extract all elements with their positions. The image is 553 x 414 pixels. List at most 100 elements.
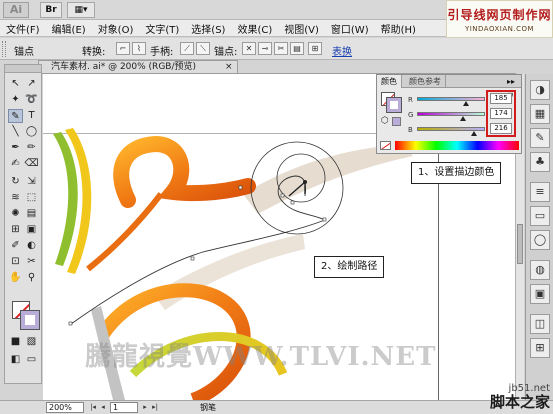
brushes-panel-icon[interactable]: ✎ (530, 128, 550, 148)
next-artboard-icon[interactable]: ▸ (140, 402, 150, 413)
remove-anchor-icon[interactable]: ✕ (242, 42, 256, 55)
lasso-tool-icon[interactable]: ➰ (24, 93, 39, 107)
direct-selection-tool-icon[interactable]: ↗ (24, 77, 39, 91)
eraser-tool-icon[interactable]: ⌫ (24, 157, 39, 171)
type-tool-icon[interactable]: T (24, 109, 39, 123)
gradient-mode-icon[interactable]: ▧ (24, 335, 39, 349)
value-highlight-box (486, 90, 516, 137)
artboard-tool-icon[interactable]: ⊡ (8, 255, 23, 269)
callout-set-stroke: 1、设置描边颜色 (411, 162, 502, 184)
line-tool-icon[interactable]: ╲ (8, 125, 23, 139)
gradient-tool-icon[interactable]: ▣ (24, 223, 39, 237)
menu-effect[interactable]: 效果(C) (237, 21, 272, 36)
slice-tool-icon[interactable]: ✂ (24, 255, 39, 269)
pencil-tool-icon[interactable]: ✏ (24, 141, 39, 155)
tab-color-guide[interactable]: 颜色参考 (405, 75, 446, 88)
tools-panel-header[interactable] (5, 65, 41, 73)
blend-tool-icon[interactable]: ◐ (24, 239, 39, 253)
menu-view[interactable]: 视图(V) (284, 21, 319, 36)
control-bar-grip[interactable] (2, 41, 6, 57)
rotate-tool-icon[interactable]: ↻ (8, 175, 23, 189)
ellipse-tool-icon[interactable]: ◯ (24, 125, 39, 139)
selection-tool-icon[interactable]: ↖ (8, 77, 23, 91)
callout-draw-path: 2、绘制路径 (314, 256, 385, 278)
align-icon[interactable]: ▤ (290, 42, 304, 55)
arrange-documents-button[interactable]: ▦▾ (67, 2, 95, 18)
app-logo: Ai (3, 2, 29, 18)
cut-path-icon[interactable]: ✂ (274, 42, 288, 55)
channel-b-slider[interactable] (417, 127, 485, 136)
prev-artboard-icon[interactable]: ◂ (98, 402, 108, 413)
hand-tool-icon[interactable]: ✋ (8, 271, 23, 285)
paintbrush-tool-icon[interactable]: ✒ (8, 141, 23, 155)
anchor-point (238, 185, 243, 190)
anchor-label: 锚点 (14, 47, 34, 58)
anchor-point (68, 321, 73, 326)
site-badge-title: 引导线网页制作网 (447, 8, 552, 22)
slider-thumb[interactable] (470, 131, 477, 136)
layers-panel-icon[interactable]: ◫ (530, 314, 550, 334)
document-tab[interactable]: 汽车素材. ai* @ 200% (RGB/预览) × (38, 60, 238, 74)
channel-g-slider[interactable] (417, 112, 485, 121)
orange-loop (113, 135, 256, 208)
menu-select[interactable]: 选择(S) (191, 21, 225, 36)
zoom-tool-icon[interactable]: ⚲ (24, 271, 39, 285)
channel-g-label: G (408, 111, 414, 119)
transform-icon[interactable]: ⊞ (308, 42, 322, 55)
draw-mode-icon[interactable]: ◧ (8, 353, 23, 367)
menu-type[interactable]: 文字(T) (145, 21, 179, 36)
none-swatch[interactable] (380, 141, 391, 150)
out-of-gamut-icon[interactable]: ⬡ (381, 116, 389, 126)
first-artboard-icon[interactable]: |◂ (88, 402, 98, 413)
hide-handles-icon[interactable]: ⟍ (196, 42, 210, 55)
connect-path-icon[interactable]: ⊸ (258, 42, 272, 55)
scroll-thumb[interactable] (517, 224, 523, 264)
bridge-button[interactable]: Br (40, 2, 62, 18)
stroke-panel-icon[interactable]: ≡ (530, 182, 550, 202)
warp-tool-icon[interactable]: ≋ (8, 191, 23, 205)
mesh-tool-icon[interactable]: ⊞ (8, 223, 23, 237)
menu-edit[interactable]: 编辑(E) (52, 21, 86, 36)
color-mode-icon[interactable]: ■ (8, 335, 23, 349)
control-bar: 锚点 转换: ⌐ ⌇ 手柄: ⟋ ⟍ 锚点: ✕ ⊸ ✂ ▤ ⊞ 表换 (0, 38, 553, 60)
channel-r-slider[interactable] (417, 97, 485, 106)
tab-color[interactable]: 颜色 (377, 75, 402, 88)
artboards-panel-icon[interactable]: ⊞ (530, 338, 550, 358)
free-transform-tool-icon[interactable]: ⬚ (24, 191, 39, 205)
symbol-sprayer-tool-icon[interactable]: ✺ (8, 207, 23, 221)
color-panel-icon[interactable]: ◑ (530, 80, 550, 100)
handle-point (303, 180, 307, 184)
convert-corner-icon[interactable]: ⌐ (116, 42, 130, 55)
close-tab-icon[interactable]: × (225, 61, 233, 73)
scale-tool-icon[interactable]: ⇲ (24, 175, 39, 189)
appearance-panel-icon[interactable]: ◍ (530, 260, 550, 280)
menu-help[interactable]: 帮助(H) (381, 21, 416, 36)
panel-stroke-swatch[interactable] (386, 97, 402, 113)
graph-tool-icon[interactable]: ▤ (24, 207, 39, 221)
screen-mode-icon[interactable]: ▭ (24, 353, 39, 367)
blob-brush-tool-icon[interactable]: ✍ (8, 157, 23, 171)
show-handles-icon[interactable]: ⟋ (180, 42, 194, 55)
artboard-number-field[interactable]: 1 (110, 402, 138, 413)
swatches-panel-icon[interactable]: ▦ (530, 104, 550, 124)
color-spectrum[interactable] (395, 141, 519, 150)
transparency-panel-icon[interactable]: ◯ (530, 230, 550, 250)
site-watermark-name: 脚本之家 (489, 393, 550, 411)
transform-link[interactable]: 表换 (332, 43, 352, 58)
magic-wand-tool-icon[interactable]: ✦ (8, 93, 23, 107)
graphic-styles-panel-icon[interactable]: ▣ (530, 284, 550, 304)
pen-tool-icon[interactable]: ✎ (8, 109, 23, 123)
symbols-panel-icon[interactable]: ♣ (530, 152, 550, 172)
menu-window[interactable]: 窗口(W) (331, 21, 369, 36)
last-artboard-icon[interactable]: ▸| (150, 402, 160, 413)
web-safe-chip[interactable] (392, 117, 401, 126)
gradient-panel-icon[interactable]: ▭ (530, 206, 550, 226)
slider-thumb[interactable] (460, 116, 466, 121)
stroke-swatch[interactable] (20, 310, 40, 330)
menu-file[interactable]: 文件(F) (6, 21, 40, 36)
eyedropper-tool-icon[interactable]: ✐ (8, 239, 23, 253)
zoom-level-field[interactable]: 200% (46, 402, 84, 413)
menu-object[interactable]: 对象(O) (98, 21, 134, 36)
convert-smooth-icon[interactable]: ⌇ (132, 42, 146, 55)
slider-thumb[interactable] (462, 101, 469, 106)
